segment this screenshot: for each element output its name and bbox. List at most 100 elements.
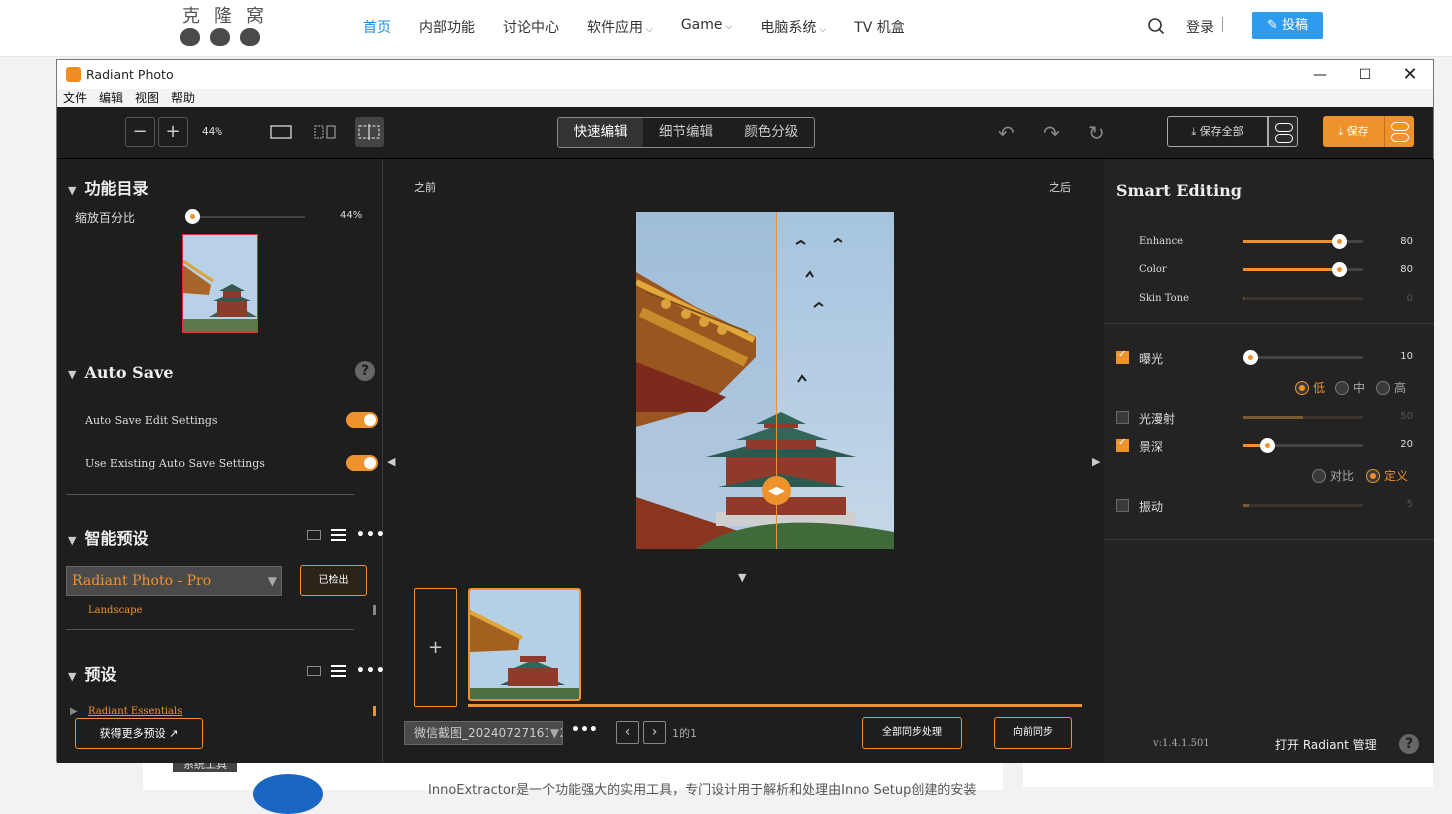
site-logo[interactable]: 克隆窝 bbox=[176, 2, 268, 50]
collapse-filmstrip-icon[interactable]: ▼ bbox=[738, 571, 746, 584]
color-slider-handle[interactable] bbox=[1332, 262, 1347, 277]
zoom-out-button[interactable]: − bbox=[125, 117, 155, 147]
detected-button[interactable]: 已检出 bbox=[300, 565, 367, 596]
more-icon[interactable]: ••• bbox=[356, 663, 386, 679]
use-existing-auto-save-label: Use Existing Auto Save Settings bbox=[85, 457, 265, 470]
section-smart-presets-header[interactable]: ▼ 智能预设 bbox=[68, 525, 148, 549]
light-diffusion-slider[interactable] bbox=[1243, 416, 1363, 419]
split-view-button[interactable] bbox=[355, 117, 384, 147]
save-options-toggle[interactable] bbox=[1384, 116, 1414, 147]
nav-discussion[interactable]: 讨论中心 bbox=[503, 17, 559, 37]
more-icon[interactable]: ••• bbox=[356, 527, 386, 543]
tab-color-grading[interactable]: 颜色分级 bbox=[729, 118, 814, 147]
exposure-slider[interactable] bbox=[1243, 350, 1363, 365]
tab-quick-edit[interactable]: 快速编辑 bbox=[558, 118, 644, 147]
nav-home[interactable]: 首页 bbox=[363, 17, 391, 37]
split-handle-icon[interactable]: ◀▶ bbox=[762, 476, 791, 505]
exposure-level-high[interactable]: 高 bbox=[1376, 379, 1406, 396]
redo-icon[interactable]: ↷ bbox=[1043, 121, 1060, 145]
zoom-percent-value: 44% bbox=[340, 210, 363, 221]
nav-game[interactable]: Game ⌵ bbox=[681, 17, 733, 37]
vibrance-checkbox[interactable] bbox=[1116, 499, 1129, 512]
auto-save-edit-settings-toggle[interactable] bbox=[346, 412, 378, 428]
maximize-button[interactable]: ☐ bbox=[1355, 65, 1375, 85]
menu-bar: 文件 编辑 视图 帮助 bbox=[57, 89, 1433, 107]
use-existing-auto-save-toggle[interactable] bbox=[346, 455, 378, 471]
minimize-button[interactable]: — bbox=[1310, 65, 1330, 85]
nav-tv[interactable]: TV 机盒 bbox=[854, 17, 905, 37]
depth-checkbox[interactable] bbox=[1116, 437, 1129, 452]
enhance-slider[interactable] bbox=[1243, 234, 1363, 249]
menu-edit[interactable]: 编辑 bbox=[99, 89, 123, 107]
collapse-triangle-icon: ▼ bbox=[68, 184, 77, 197]
depth-slider-handle[interactable] bbox=[1260, 438, 1275, 453]
filmstrip-thumbnail[interactable] bbox=[468, 588, 581, 701]
menu-view[interactable]: 视图 bbox=[135, 89, 159, 107]
photo-preview[interactable]: ◀▶ bbox=[636, 212, 894, 549]
color-slider[interactable] bbox=[1243, 262, 1363, 277]
collapse-triangle-icon: ▼ bbox=[68, 368, 77, 381]
preset-item-landscape[interactable]: Landscape bbox=[88, 605, 142, 616]
list-view-icon[interactable] bbox=[331, 665, 346, 677]
get-more-presets-button[interactable]: 获得更多预设 ↗ bbox=[75, 718, 203, 749]
section-auto-save-header[interactable]: ▼ Auto Save bbox=[68, 363, 174, 382]
list-view-icon[interactable] bbox=[331, 529, 346, 541]
zoom-slider-track[interactable] bbox=[191, 216, 305, 218]
sync-forward-button[interactable]: 向前同步 bbox=[994, 717, 1072, 749]
navigator-thumbnail[interactable] bbox=[182, 234, 258, 333]
scrollbar[interactable] bbox=[373, 706, 376, 716]
save-all-options-toggle[interactable] bbox=[1268, 116, 1298, 147]
search-icon[interactable] bbox=[1147, 17, 1165, 35]
depth-mode-contrast[interactable]: 对比 bbox=[1312, 467, 1354, 484]
side-by-side-view-icon[interactable] bbox=[314, 124, 336, 140]
globe-image bbox=[253, 774, 323, 814]
skin-tone-slider[interactable] bbox=[1243, 297, 1363, 300]
single-view-icon[interactable] bbox=[270, 124, 292, 140]
zoom-slider-handle[interactable] bbox=[185, 209, 200, 224]
undo-icon[interactable]: ↶ bbox=[998, 121, 1015, 145]
tab-detail-edit[interactable]: 细节编辑 bbox=[643, 118, 728, 147]
section-catalog-header[interactable]: ▼ 功能目录 bbox=[68, 175, 148, 199]
grid-view-icon[interactable] bbox=[307, 530, 321, 540]
section-presets-header[interactable]: ▼ 预设 bbox=[68, 661, 116, 685]
reset-icon[interactable]: ↻ bbox=[1088, 121, 1105, 145]
more-icon[interactable]: ••• bbox=[571, 722, 598, 738]
zoom-in-button[interactable]: + bbox=[158, 117, 188, 147]
menu-file[interactable]: 文件 bbox=[63, 89, 87, 107]
smart-preset-select[interactable]: Radiant Photo - Pro ▼ bbox=[66, 566, 282, 596]
file-select[interactable]: 微信截图_20240727161928 ▼ bbox=[404, 721, 563, 745]
save-button[interactable]: ⤓ 保存 bbox=[1323, 116, 1384, 147]
next-image-button[interactable]: › bbox=[643, 721, 666, 744]
filmstrip-scrollbar[interactable] bbox=[468, 704, 1082, 707]
open-radiant-manager-link[interactable]: 打开 Radiant 管理 bbox=[1275, 736, 1377, 753]
menu-help[interactable]: 帮助 bbox=[171, 89, 195, 107]
nav-internal[interactable]: 内部功能 bbox=[419, 17, 475, 37]
enhance-slider-handle[interactable] bbox=[1332, 234, 1347, 249]
save-all-button[interactable]: ⤓ 保存全部 bbox=[1167, 116, 1268, 147]
sync-all-button[interactable]: 全部同步处理 bbox=[862, 717, 962, 749]
depth-mode-definition[interactable]: 定义 bbox=[1366, 467, 1408, 484]
depth-slider[interactable] bbox=[1243, 438, 1363, 453]
nav-software[interactable]: 软件应用 ⌵ bbox=[587, 17, 653, 37]
exposure-checkbox[interactable] bbox=[1116, 349, 1129, 364]
help-icon[interactable]: ? bbox=[1399, 734, 1419, 754]
exposure-level-low[interactable]: 低 bbox=[1295, 379, 1325, 396]
exposure-slider-handle[interactable] bbox=[1243, 350, 1259, 365]
help-icon[interactable]: ? bbox=[355, 361, 375, 381]
previous-image-button[interactable]: ‹ bbox=[616, 721, 639, 744]
vibrance-slider[interactable] bbox=[1243, 504, 1363, 507]
depth-label: 景深 bbox=[1139, 440, 1164, 454]
grid-view-icon[interactable] bbox=[307, 666, 321, 676]
submit-button[interactable]: ✎ 投稿 bbox=[1252, 12, 1323, 39]
light-diffusion-checkbox[interactable] bbox=[1116, 411, 1129, 424]
preset-item-radiant-essentials[interactable]: Radiant Essentials bbox=[88, 706, 182, 717]
login-link[interactable]: 登录 bbox=[1186, 17, 1214, 37]
collapse-left-panel-icon[interactable]: ◀ bbox=[387, 455, 395, 468]
expand-triangle-icon[interactable]: ▶ bbox=[70, 706, 78, 717]
exposure-level-mid[interactable]: 中 bbox=[1335, 379, 1365, 396]
close-button[interactable]: ✕ bbox=[1400, 65, 1420, 85]
collapse-right-panel-icon[interactable]: ▶ bbox=[1092, 455, 1100, 468]
add-image-button[interactable]: + bbox=[414, 588, 457, 707]
scrollbar[interactable] bbox=[373, 605, 376, 615]
nav-os[interactable]: 电脑系统 ⌵ bbox=[760, 17, 826, 37]
